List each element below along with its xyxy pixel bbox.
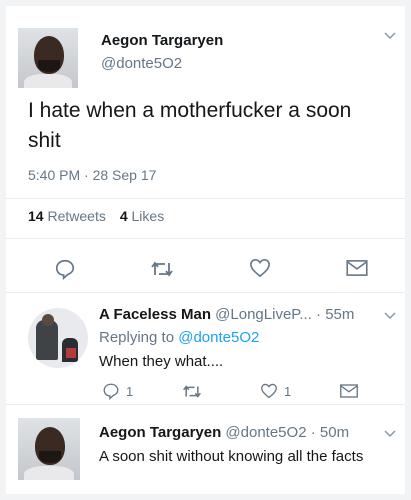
envelope-icon bbox=[340, 384, 358, 398]
reply-author[interactable]: Aegon Targaryen @donte5O2 · 50m bbox=[99, 424, 349, 441]
replying-handle-link[interactable]: @donte5O2 bbox=[178, 329, 259, 346]
likes-stat[interactable]: 4 Likes bbox=[120, 208, 164, 224]
reply-text: When they what.... bbox=[99, 353, 224, 370]
envelope-icon bbox=[346, 260, 368, 276]
message-button[interactable] bbox=[340, 384, 358, 398]
tweet-thread: Aegon Targaryen @donte5O2 I hate when a … bbox=[6, 6, 405, 494]
tweet-timestamp[interactable]: 5:40 PM · 28 Sep 17 bbox=[28, 167, 156, 183]
message-button[interactable] bbox=[346, 260, 368, 276]
divider bbox=[6, 198, 405, 199]
avatar[interactable] bbox=[18, 418, 80, 480]
divider bbox=[6, 292, 405, 293]
like-button[interactable] bbox=[249, 258, 271, 278]
retweet-button[interactable] bbox=[182, 384, 202, 399]
avatar[interactable] bbox=[28, 308, 88, 368]
chevron-down-icon[interactable] bbox=[384, 312, 396, 320]
author-name[interactable]: Aegon Targaryen bbox=[101, 32, 223, 49]
reply-author[interactable]: A Faceless Man @LongLiveP... · 55m bbox=[99, 306, 354, 323]
divider bbox=[6, 238, 405, 239]
author-handle[interactable]: @donte5O2 bbox=[101, 55, 182, 72]
tweet-text: I hate when a motherfucker a soon shit bbox=[28, 99, 352, 152]
reply-icon bbox=[54, 258, 76, 280]
heart-icon bbox=[249, 258, 271, 278]
reply-button[interactable] bbox=[54, 258, 76, 280]
reply-text: A soon shit without knowing all the fact… bbox=[99, 448, 364, 465]
tweet-stats: 14 Retweets 4 Likes bbox=[28, 208, 164, 224]
retweet-button[interactable] bbox=[150, 260, 174, 278]
heart-icon bbox=[260, 383, 278, 399]
chevron-down-icon[interactable] bbox=[384, 32, 396, 40]
reply-icon bbox=[102, 382, 120, 400]
reply-count: 1 bbox=[126, 383, 134, 399]
retweets-stat[interactable]: 14 Retweets bbox=[28, 208, 106, 224]
like-count: 1 bbox=[284, 383, 292, 399]
replying-to: Replying to @donte5O2 bbox=[99, 329, 260, 346]
retweet-icon bbox=[150, 260, 174, 278]
retweet-icon bbox=[182, 384, 202, 399]
like-button[interactable]: 1 bbox=[260, 383, 291, 399]
avatar[interactable] bbox=[18, 28, 78, 88]
divider bbox=[6, 404, 405, 405]
chevron-down-icon[interactable] bbox=[384, 430, 396, 438]
reply-button[interactable]: 1 bbox=[102, 382, 133, 400]
